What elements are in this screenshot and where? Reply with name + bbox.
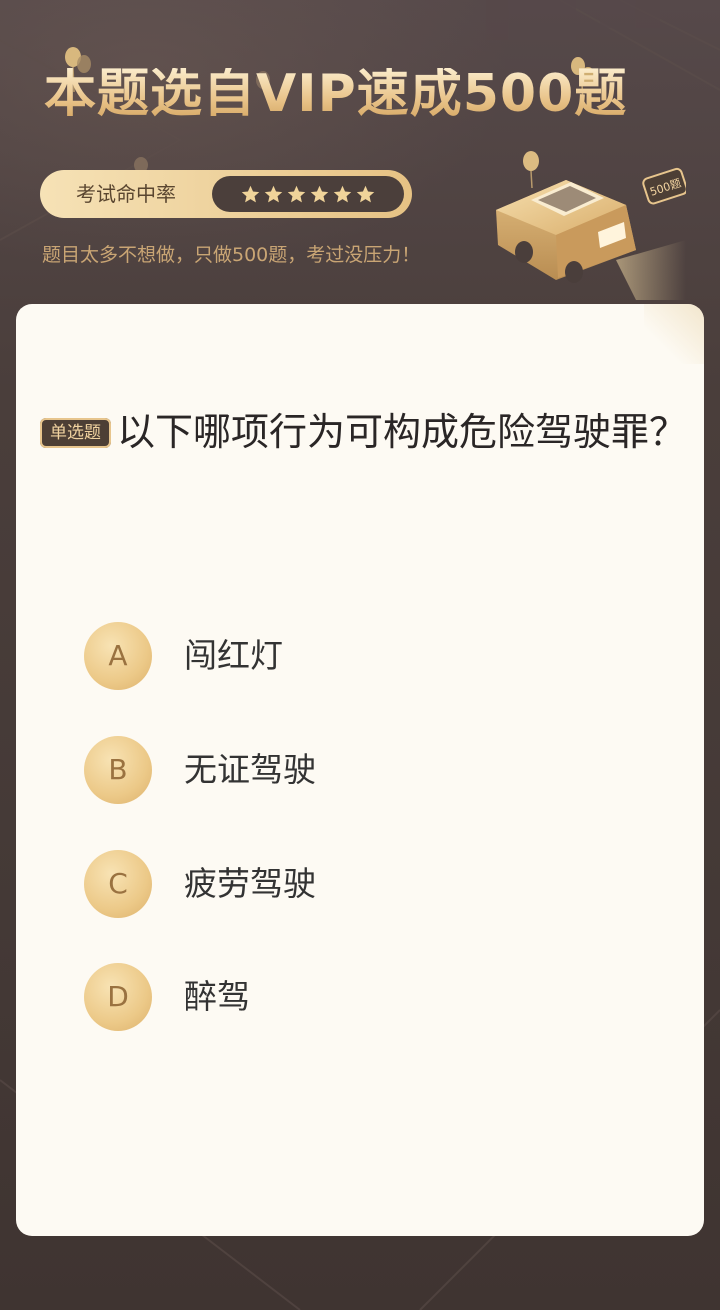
- option-letter: B: [84, 736, 152, 804]
- option-label: 疲劳驾驶: [184, 864, 316, 903]
- option-label: 无证驾驶: [184, 750, 316, 789]
- option-label: 醉驾: [184, 977, 250, 1016]
- hit-rate-pill: 考试命中率: [40, 170, 412, 218]
- option-label: 闯红灯: [184, 636, 283, 675]
- question-stem: 以下哪项行为可构成危险驾驶罪？: [117, 410, 688, 454]
- header-subtitle: 题目太多不想做，只做500题，考过没压力！: [42, 244, 421, 266]
- star-icon: [264, 185, 283, 202]
- question-text: 单选题 以下哪项行为可构成危险驾驶罪？: [40, 404, 690, 460]
- star-icon: [333, 185, 352, 202]
- star-icon: [310, 185, 329, 202]
- option-letter: A: [84, 622, 152, 690]
- hit-rate-label: 考试命中率: [76, 182, 176, 206]
- option-a[interactable]: A 闯红灯: [84, 622, 584, 690]
- star-icon: [287, 185, 306, 202]
- option-letter: C: [84, 850, 152, 918]
- question-type-badge: 单选题: [40, 418, 111, 448]
- star-rating: [212, 176, 404, 212]
- option-letter: D: [84, 963, 152, 1031]
- option-d[interactable]: D 醉驾: [84, 963, 584, 1031]
- star-icon: [356, 185, 375, 202]
- question-card: 单选题 以下哪项行为可构成危险驾驶罪？ A 闯红灯 B 无证驾驶 C 疲劳驾驶 D…: [16, 304, 704, 1236]
- star-icon: [241, 185, 260, 202]
- car-illustration: 500题: [496, 167, 686, 300]
- option-b[interactable]: B 无证驾驶: [84, 736, 584, 804]
- option-c[interactable]: C 疲劳驾驶: [84, 850, 584, 918]
- card-corner-sheen: [644, 304, 704, 364]
- vip-header: 本题选自VIP速成500题 考试命中率 题目太多不想做，只做500题，考过没压力…: [0, 0, 720, 310]
- page-title: 本题选自VIP速成500题: [44, 64, 628, 124]
